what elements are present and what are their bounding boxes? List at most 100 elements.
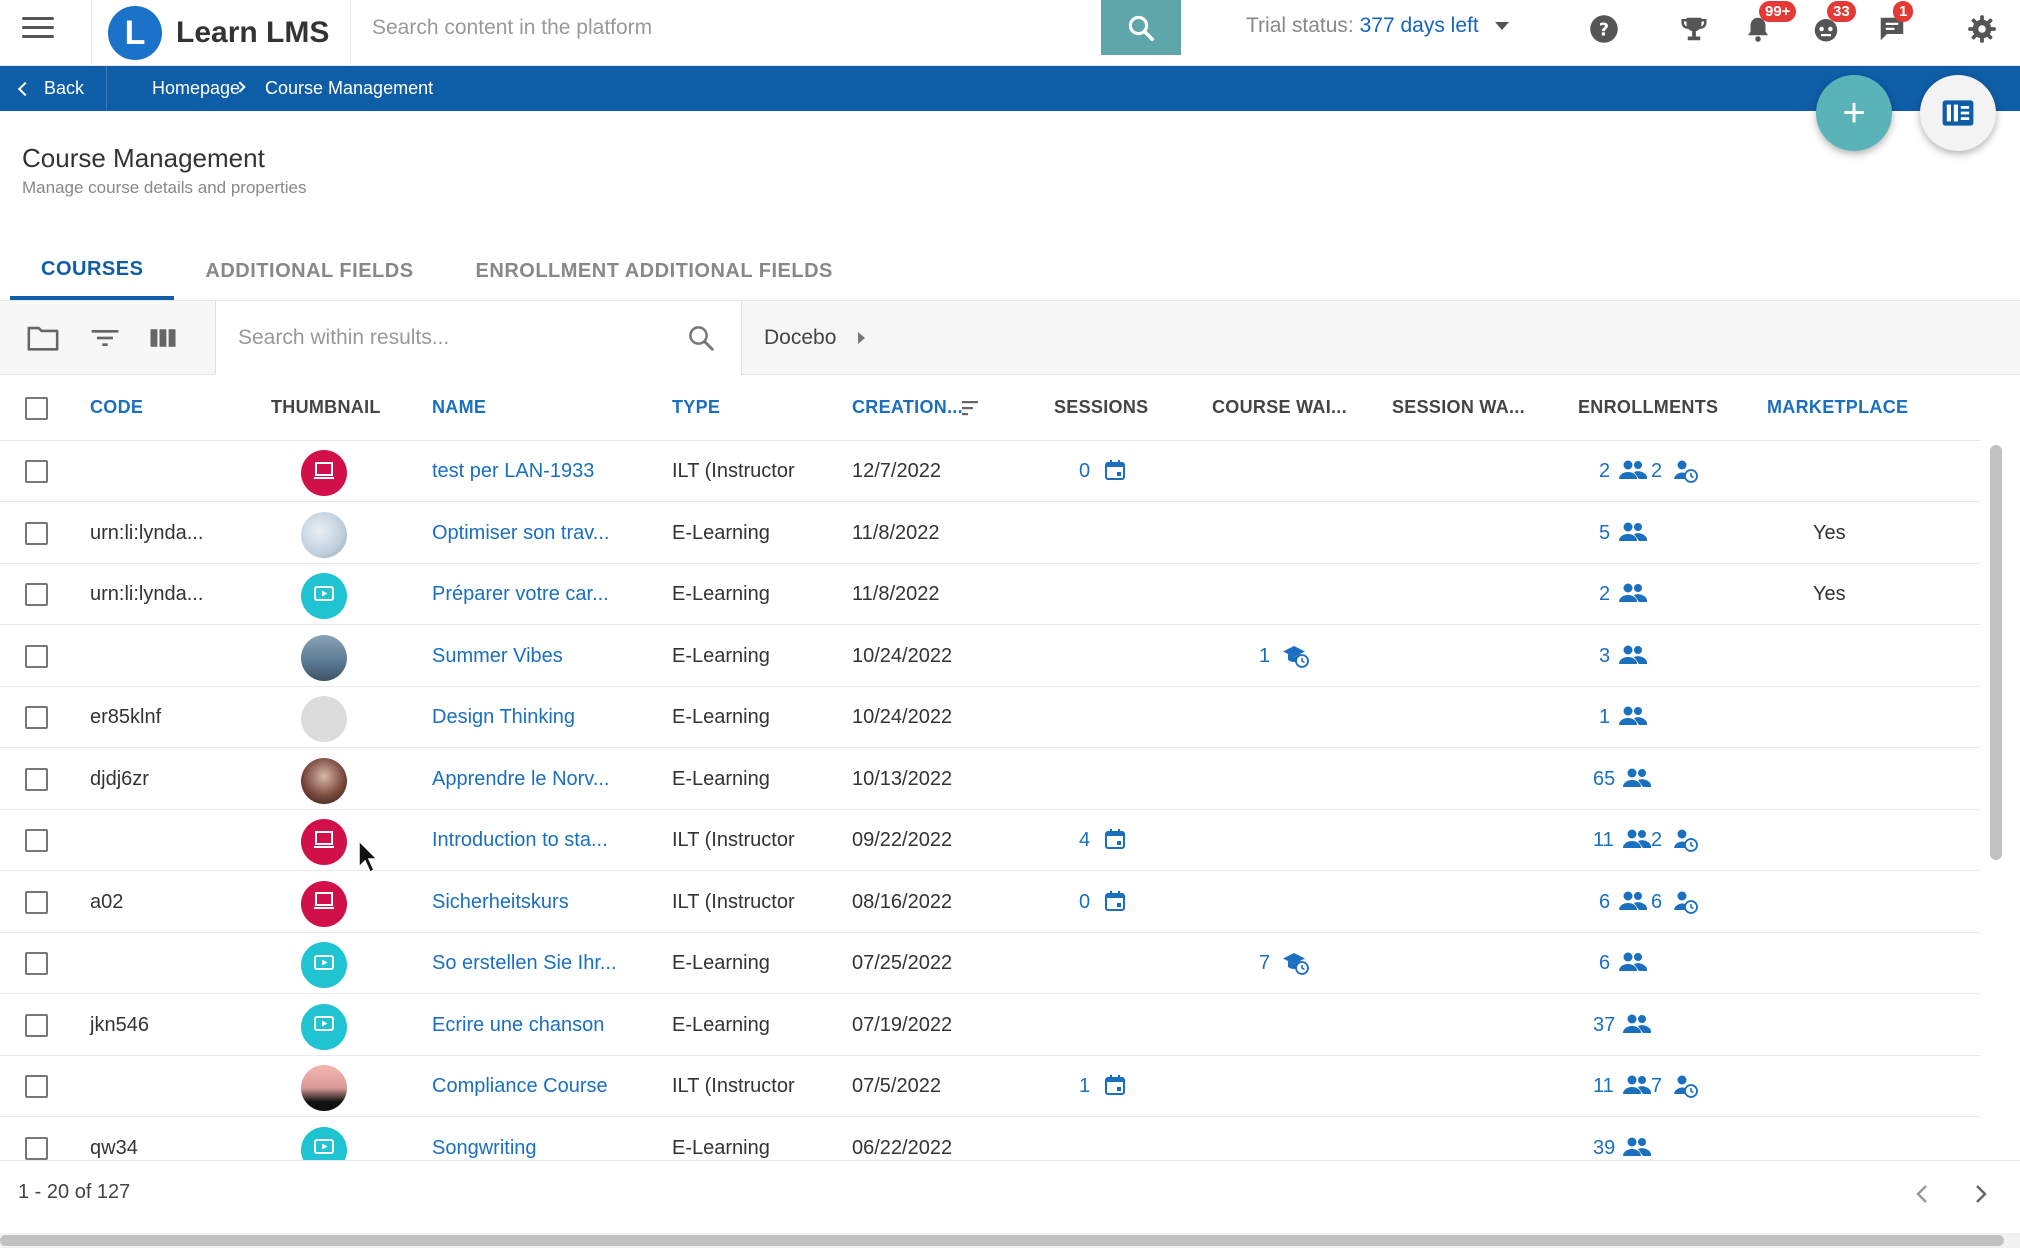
row-checkbox[interactable]: [25, 767, 48, 791]
course-name-link[interactable]: Summer Vibes: [432, 645, 563, 668]
course-name-link[interactable]: So erstellen Sie Ihr...: [432, 952, 617, 975]
tab-enrollment-additional-fields[interactable]: ENROLLMENT ADDITIONAL FIELDS: [445, 242, 864, 300]
course-name-link[interactable]: Introduction to sta...: [432, 829, 608, 852]
horizontal-scrollbar[interactable]: [0, 1235, 2004, 1246]
table-row[interactable]: Compliance Course ILT (Instructor 07/5/202…: [0, 1056, 1980, 1117]
breadcrumb-homepage[interactable]: Homepage: [152, 78, 240, 99]
platform-search-input[interactable]: Search content in the platform: [352, 0, 1102, 56]
logo[interactable]: L Learn LMS: [91, 0, 351, 66]
column-header-code[interactable]: CODE: [90, 397, 143, 418]
trophy-icon[interactable]: [1677, 12, 1711, 46]
row-checkbox[interactable]: [25, 521, 48, 545]
row-checkbox[interactable]: [25, 829, 48, 852]
enrollments-count[interactable]: 39: [1593, 1137, 1615, 1160]
users-icon[interactable]: [1618, 458, 1648, 487]
enrollments-count[interactable]: 5: [1599, 522, 1610, 545]
column-header-name[interactable]: NAME: [432, 397, 486, 418]
course-name-link[interactable]: Préparer votre car...: [432, 583, 609, 606]
calendar-icon[interactable]: [1103, 889, 1127, 918]
enrollments-count[interactable]: 6: [1599, 952, 1610, 975]
hamburger-menu-icon[interactable]: [22, 17, 54, 43]
users-icon[interactable]: [1622, 1012, 1652, 1041]
table-row[interactable]: er85klnf Design Thinking E-Learning 10/24/2…: [0, 687, 1980, 748]
enrollments-count[interactable]: 2: [1599, 583, 1610, 606]
waiting-user-icon[interactable]: [1672, 827, 1700, 858]
row-checkbox[interactable]: [25, 952, 48, 975]
folder-icon[interactable]: [26, 321, 60, 355]
add-course-button[interactable]: +: [1816, 75, 1892, 151]
sort-icon[interactable]: [962, 399, 982, 422]
enrollments-count[interactable]: 6: [1599, 891, 1610, 914]
course-name-link[interactable]: Compliance Course: [432, 1075, 608, 1098]
back-button[interactable]: Back: [17, 66, 108, 111]
users-icon[interactable]: [1618, 643, 1648, 672]
row-checkbox[interactable]: [25, 644, 48, 668]
course-name-link[interactable]: test per LAN-1933: [432, 460, 594, 483]
course-name-link[interactable]: Apprendre le Norv...: [432, 768, 610, 791]
column-header-marketplace[interactable]: MARKETPLACE: [1767, 397, 1908, 418]
row-checkbox[interactable]: [25, 1136, 48, 1160]
table-row[interactable]: urn:li:lynda... Optimiser son trav... E-Le…: [0, 503, 1980, 564]
table-row[interactable]: Summer Vibes E-Learning 10/24/2022 1 3: [0, 626, 1980, 687]
settings-gear-icon[interactable]: [1965, 12, 1999, 46]
table-row[interactable]: Introduction to sta... ILT (Instructor 09/…: [0, 810, 1980, 871]
course-name-link[interactable]: Sicherheitskurs: [432, 891, 569, 914]
filter-icon[interactable]: [88, 321, 122, 355]
users-icon[interactable]: [1618, 950, 1648, 979]
calendar-icon[interactable]: [1103, 827, 1127, 856]
next-page-button[interactable]: [1970, 1183, 1992, 1205]
users-icon[interactable]: [1618, 581, 1648, 610]
table-row[interactable]: test per LAN-1933 ILT (Instructor 12/7/202…: [0, 441, 1980, 502]
users-icon[interactable]: [1618, 520, 1648, 549]
enrollments-count[interactable]: 2: [1599, 460, 1610, 483]
row-checkbox[interactable]: [25, 890, 48, 914]
row-checkbox[interactable]: [25, 460, 48, 483]
column-header-type[interactable]: TYPE: [672, 397, 720, 418]
course-name-link[interactable]: Design Thinking: [432, 706, 575, 729]
notifications-bell-icon[interactable]: 99+: [1741, 1, 1797, 46]
course-name-link[interactable]: Songwriting: [432, 1137, 537, 1160]
users-icon[interactable]: [1622, 1135, 1652, 1162]
catalog-view-button[interactable]: [1920, 75, 1996, 151]
waiting-list-graduation-icon[interactable]: [1282, 950, 1310, 981]
course-name-link[interactable]: Ecrire une chanson: [432, 1014, 604, 1037]
tab-courses[interactable]: COURSES: [10, 242, 175, 300]
help-icon[interactable]: ?: [1587, 12, 1621, 46]
sessions-count[interactable]: 1: [1079, 1075, 1090, 1098]
messages-icon[interactable]: 1: [1875, 1, 1914, 46]
table-row[interactable]: djdj6zr Apprendre le Norv... E-Learning 10/…: [0, 749, 1980, 810]
row-checkbox[interactable]: [25, 706, 48, 729]
sessions-count[interactable]: 4: [1079, 829, 1090, 852]
enrollment-waiting-count[interactable]: 2: [1651, 460, 1662, 483]
enrollments-count[interactable]: 3: [1599, 645, 1610, 668]
columns-icon[interactable]: [146, 321, 180, 355]
table-row[interactable]: So erstellen Sie Ihr... E-Learning 07/25/2…: [0, 933, 1980, 994]
table-row[interactable]: jkn546 Ecrire une chanson E-Learning 07/19/…: [0, 995, 1980, 1056]
waiting-user-icon[interactable]: [1672, 458, 1700, 489]
table-row[interactable]: qw34 Songwriting E-Learning 06/22/2022 39: [0, 1118, 1980, 1162]
tab-additional-fields[interactable]: ADDITIONAL FIELDS: [174, 242, 444, 300]
sessions-count[interactable]: 0: [1079, 891, 1090, 914]
enrollment-waiting-count[interactable]: 7: [1651, 1075, 1662, 1098]
table-row[interactable]: a02 Sicherheitskurs ILT (Instructor 08/16/2…: [0, 872, 1980, 933]
enrollment-waiting-count[interactable]: 6: [1651, 891, 1662, 914]
sessions-count[interactable]: 0: [1079, 460, 1090, 483]
chat-bot-icon[interactable]: 33: [1809, 1, 1856, 46]
enrollment-waiting-count[interactable]: 2: [1651, 829, 1662, 852]
users-icon[interactable]: [1618, 889, 1648, 918]
previous-page-button[interactable]: [1912, 1183, 1934, 1205]
users-icon[interactable]: [1622, 766, 1652, 795]
enrollments-count[interactable]: 1: [1599, 706, 1610, 729]
users-icon[interactable]: [1622, 827, 1652, 856]
course-waiting-count[interactable]: 7: [1259, 952, 1270, 975]
row-checkbox[interactable]: [25, 583, 48, 606]
trial-status[interactable]: Trial status: 377 days left: [1246, 14, 1509, 38]
users-icon[interactable]: [1618, 704, 1648, 733]
enrollments-count[interactable]: 11: [1593, 1075, 1614, 1098]
calendar-icon[interactable]: [1103, 1073, 1127, 1102]
platform-search-button[interactable]: [1101, 0, 1181, 55]
users-icon[interactable]: [1622, 1073, 1652, 1102]
course-name-link[interactable]: Optimiser son trav...: [432, 522, 609, 545]
waiting-user-icon[interactable]: [1672, 889, 1700, 920]
enrollments-count[interactable]: 11: [1593, 829, 1614, 852]
